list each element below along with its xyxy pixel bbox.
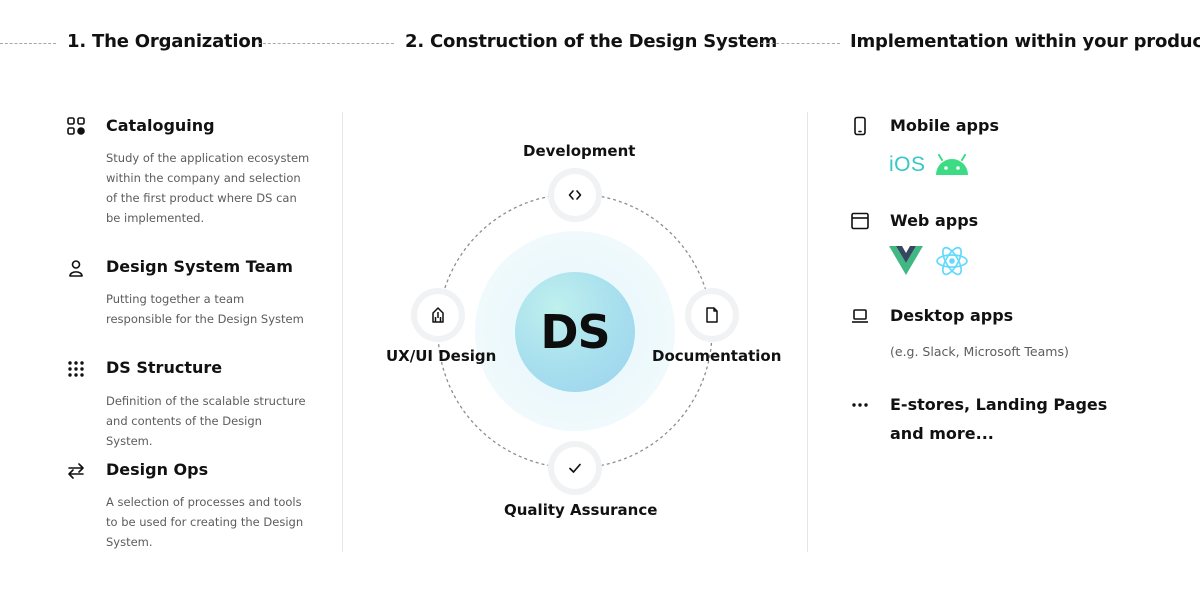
product-title: Mobile apps xyxy=(890,116,999,135)
react-logo xyxy=(935,245,969,281)
node-documentation xyxy=(691,294,733,336)
code-icon xyxy=(568,190,582,200)
product-note: (e.g. Slack, Microsoft Teams) xyxy=(890,344,1069,359)
vue-logo xyxy=(889,246,923,279)
ellipsis-icon xyxy=(850,395,870,415)
node-label-quality-assurance: Quality Assurance xyxy=(504,501,658,519)
construction-diagram: DS Development UX/UI Design Documentatio… xyxy=(0,0,1200,601)
product-title: E-stores, Landing Pages xyxy=(890,395,1108,414)
product-title-continued: and more... xyxy=(890,424,994,443)
node-development xyxy=(554,174,596,216)
ds-center-label: DS xyxy=(540,305,610,359)
pen-nib-icon xyxy=(432,307,444,323)
laptop-icon xyxy=(850,306,870,326)
browser-window-icon xyxy=(850,211,870,231)
ios-logo: iOS xyxy=(889,153,926,176)
node-label-ux-ui-design: UX/UI Design xyxy=(386,347,497,365)
product-title: Web apps xyxy=(890,211,979,230)
ds-core: DS xyxy=(515,272,635,392)
checkmark-icon xyxy=(569,463,581,473)
node-label-documentation: Documentation xyxy=(652,347,782,365)
node-quality-assurance xyxy=(554,447,596,489)
product-title: Desktop apps xyxy=(890,306,1014,325)
document-icon xyxy=(706,307,718,323)
phone-icon xyxy=(850,116,870,136)
node-ux-ui-design xyxy=(417,294,459,336)
node-label-development: Development xyxy=(523,142,636,160)
android-logo xyxy=(935,154,969,180)
